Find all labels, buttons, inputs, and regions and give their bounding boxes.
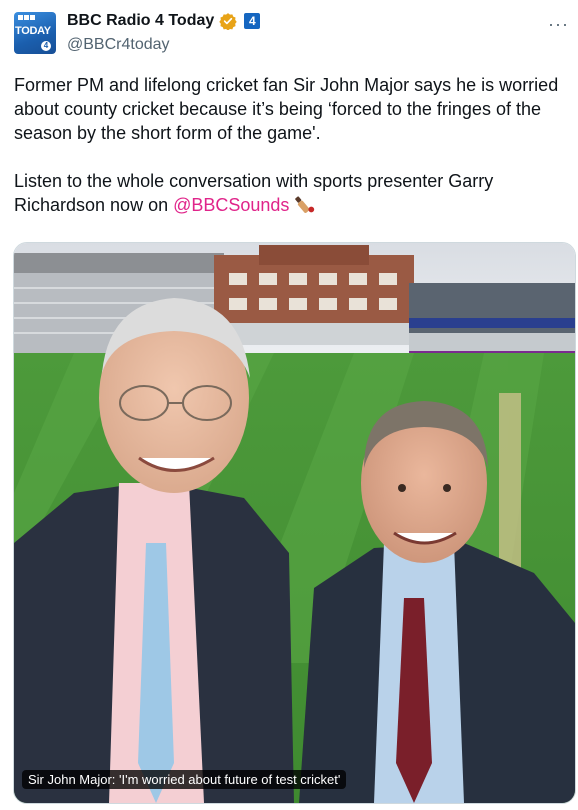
bbc-logo (18, 15, 35, 20)
avatar-badge: 4 (41, 41, 51, 51)
avatar[interactable]: TODAY 4 (14, 12, 56, 54)
tweet-image[interactable]: Sir John Major: 'I'm worried about futur… (13, 242, 576, 804)
affiliate-badge[interactable]: 4 (244, 13, 261, 29)
image-caption: Sir John Major: 'I'm worried about futur… (22, 770, 347, 789)
verified-badge-icon[interactable] (219, 12, 237, 30)
cricket-bat-emoji-icon (295, 196, 315, 213)
tweet-paragraph-2: Listen to the whole conversation with sp… (14, 169, 566, 217)
author-name-row: BBC Radio 4 Today 4 (67, 12, 261, 30)
avatar-label: TODAY (15, 25, 51, 37)
mention-link[interactable]: @BBCSounds (173, 195, 289, 215)
cricket-ground-photo (14, 243, 575, 803)
tweet-text: Former PM and lifelong cricket fan Sir J… (14, 73, 566, 217)
user-handle[interactable]: @BBCr4today (67, 36, 170, 54)
tweet-paragraph-1: Former PM and lifelong cricket fan Sir J… (14, 75, 559, 143)
more-options-icon[interactable]: ··· (548, 14, 569, 35)
display-name[interactable]: BBC Radio 4 Today (67, 12, 214, 30)
